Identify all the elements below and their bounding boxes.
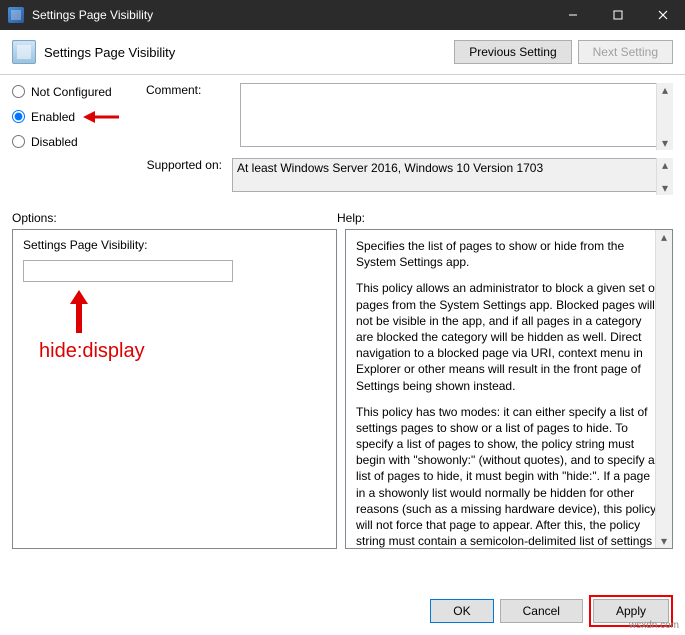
policy-name: Settings Page Visibility [44,45,448,60]
ok-button[interactable]: OK [430,599,493,623]
options-heading: Options: [12,211,337,225]
minimize-button[interactable] [550,0,595,30]
close-button[interactable] [640,0,685,30]
visibility-input[interactable] [23,260,233,282]
not-configured-radio[interactable] [12,85,25,98]
comment-textarea[interactable] [240,83,673,147]
header: Settings Page Visibility Previous Settin… [0,30,685,68]
app-icon [8,7,24,23]
annotation-arrow-icon [81,108,121,126]
annotation-arrow-up-icon [67,288,91,334]
disabled-label[interactable]: Disabled [31,135,78,149]
enabled-radio[interactable] [12,110,25,123]
supported-on-label: Supported on: [12,158,232,172]
comment-label: Comment: [146,83,236,100]
maximize-button[interactable] [595,0,640,30]
not-configured-label[interactable]: Not Configured [31,85,112,99]
visibility-field-label: Settings Page Visibility: [23,238,326,252]
help-panel: Specifies the list of pages to show or h… [345,229,673,549]
help-paragraph: This policy has two modes: it can either… [356,404,662,549]
help-paragraph: This policy allows an administrator to b… [356,280,662,393]
supported-on-value: At least Windows Server 2016, Windows 10… [232,158,673,192]
cancel-button[interactable]: Cancel [500,599,583,623]
previous-setting-button[interactable]: Previous Setting [454,40,571,64]
scrollbar[interactable]: ▴▾ [656,158,673,195]
next-setting-button[interactable]: Next Setting [578,40,673,64]
annotation-text: hide:display [39,340,326,363]
enabled-label[interactable]: Enabled [31,110,75,124]
disabled-radio[interactable] [12,135,25,148]
scrollbar[interactable]: ▴▾ [656,83,673,150]
window-title: Settings Page Visibility [32,8,550,22]
scrollbar[interactable]: ▴▾ [655,230,672,548]
help-paragraph: Specifies the list of pages to show or h… [356,238,662,270]
divider [0,74,685,75]
options-panel: Settings Page Visibility: hide:display [12,229,337,549]
help-heading: Help: [337,211,673,225]
title-bar: Settings Page Visibility [0,0,685,30]
policy-icon [12,40,36,64]
watermark: wsxdn.com [629,620,679,631]
